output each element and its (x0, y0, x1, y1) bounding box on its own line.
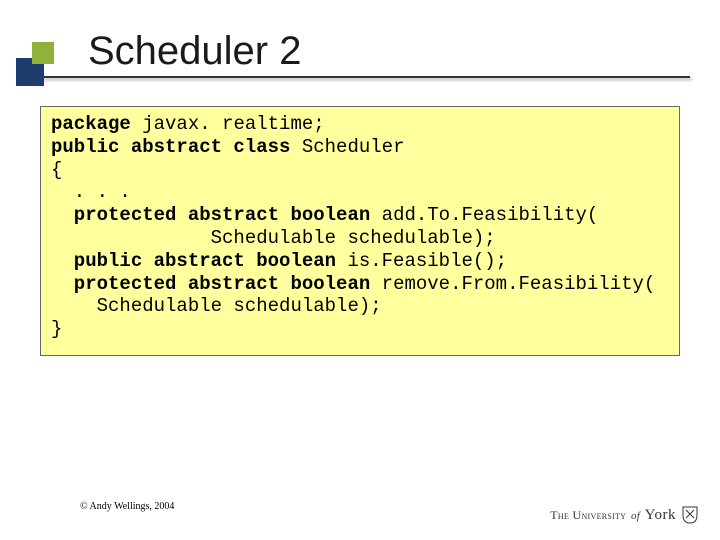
title-underline (20, 76, 690, 78)
code-text: Schedulable schedulable); (51, 227, 496, 249)
keyword: package (51, 113, 131, 135)
keyword: protected abstract boolean (51, 273, 370, 295)
code-text: javax. realtime; (131, 113, 325, 135)
logo-york: York (645, 507, 676, 523)
title-area: Scheduler 2 (60, 18, 690, 78)
logo-university: University (569, 508, 626, 522)
university-logo: The University of York (550, 506, 698, 524)
code-text: remove.From.Feasibility( (370, 273, 655, 295)
code-block: package javax. realtime; public abstract… (40, 106, 680, 356)
shield-icon (682, 506, 698, 524)
code-text: Scheduler (290, 136, 404, 158)
code-text: is.Feasible(); (336, 250, 507, 272)
slide-title: Scheduler 2 (88, 29, 301, 74)
code-text: . . . (51, 181, 131, 203)
code-text: } (51, 318, 62, 340)
copyright-text: © Andy Wellings, 2004 (80, 501, 174, 512)
keyword: public abstract class (51, 136, 290, 158)
slide: Scheduler 2 package javax. realtime; pub… (0, 0, 720, 540)
code-text: Schedulable schedulable); (51, 295, 382, 317)
logo-of: of (631, 510, 640, 522)
code-text: { (51, 159, 62, 181)
logo-text: The University of York (550, 507, 676, 524)
code-text: add.To.Feasibility( (370, 204, 598, 226)
logo-the: The (550, 508, 569, 522)
accent-square-green (32, 42, 54, 64)
keyword: public abstract boolean (51, 250, 336, 272)
keyword: protected abstract boolean (51, 204, 370, 226)
